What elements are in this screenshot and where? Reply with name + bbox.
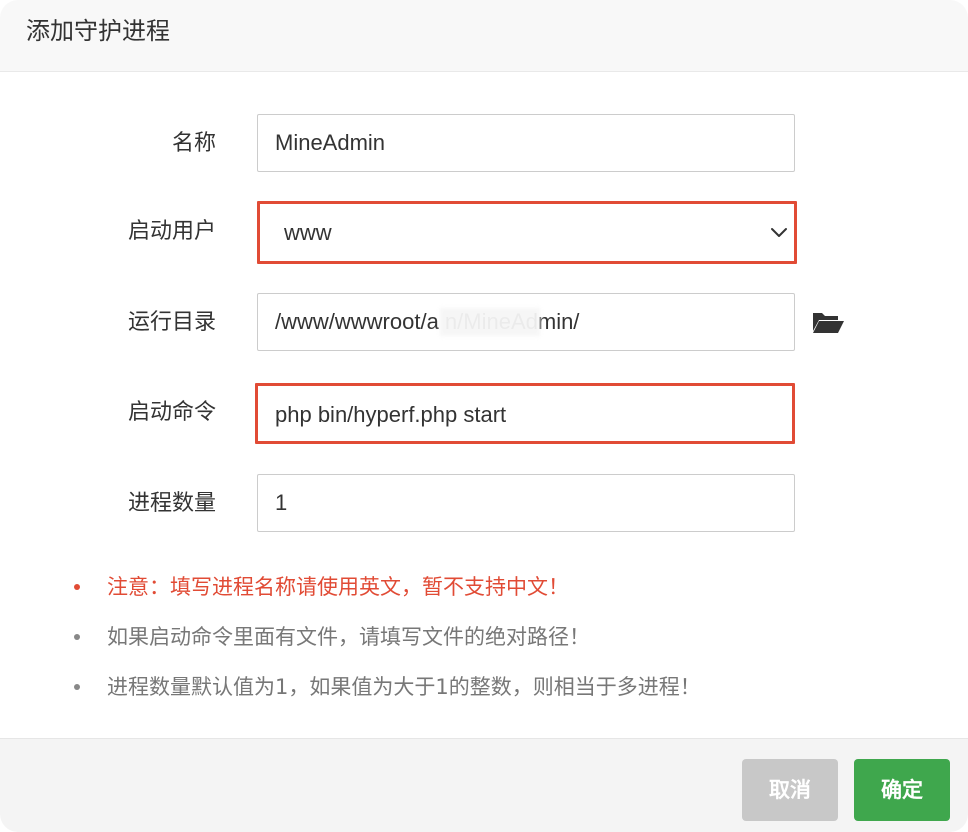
bullet-icon [74, 684, 80, 690]
name-input[interactable]: MineAdmin [257, 114, 795, 172]
bullet-icon [74, 584, 80, 590]
dialog-header: 添加守护进程 [0, 0, 968, 72]
note-text: 注意：填写进程名称请使用英文，暂不支持中文！ [107, 575, 569, 599]
form-row-user: 启动用户 www [0, 201, 968, 264]
bullet-icon [74, 634, 80, 640]
form-row-command: 启动命令 php bin/hyperf.php start [0, 383, 968, 444]
command-label: 启动命令 [127, 400, 216, 425]
count-label: 进程数量 [127, 491, 216, 516]
notes-list: 注意：填写进程名称请使用英文，暂不支持中文！ 如果启动命令里面有文件，请填写文件… [72, 562, 932, 712]
name-input-value: MineAdmin [275, 130, 386, 155]
command-input-value: php bin/hyperf.php start [275, 402, 507, 427]
user-select-value: www [284, 220, 332, 245]
form-row-dir: 运行目录 /www/wwwroot/a n/MineAdmin/ [0, 293, 968, 353]
note-item: 如果启动命令里面有文件，请填写文件的绝对路径！ [72, 612, 932, 662]
folder-open-icon[interactable] [811, 309, 845, 335]
cancel-button[interactable]: 取消 [742, 759, 838, 821]
form-row-count: 进程数量 1 [0, 474, 968, 534]
count-input-value: 1 [275, 490, 288, 515]
dir-input[interactable]: /www/wwwroot/a n/MineAdmin/ [257, 293, 795, 351]
dir-label: 运行目录 [127, 310, 216, 335]
command-input[interactable]: php bin/hyperf.php start [255, 383, 795, 444]
name-label: 名称 [171, 131, 216, 156]
form-row-name: 名称 MineAdmin [0, 114, 968, 174]
user-select[interactable]: www [257, 201, 797, 264]
dialog-footer: 取消 确定 [0, 738, 968, 832]
confirm-button[interactable]: 确定 [854, 759, 950, 821]
dialog-title: 添加守护进程 [26, 17, 170, 45]
add-daemon-dialog: 添加守护进程 名称 MineAdmin 启动用户 www 运行目录 /www/w… [0, 0, 968, 832]
user-label: 启动用户 [127, 219, 216, 244]
note-warning: 注意：填写进程名称请使用英文，暂不支持中文！ [72, 562, 932, 612]
count-input[interactable]: 1 [257, 474, 795, 532]
note-item: 进程数量默认值为1，如果值为大于1的整数，则相当于多进程！ [72, 662, 932, 712]
note-text: 进程数量默认值为1，如果值为大于1的整数，则相当于多进程！ [107, 675, 701, 699]
redaction-blur [440, 308, 540, 336]
note-text: 如果启动命令里面有文件，请填写文件的绝对路径！ [107, 625, 590, 649]
chevron-down-icon [771, 228, 787, 237]
